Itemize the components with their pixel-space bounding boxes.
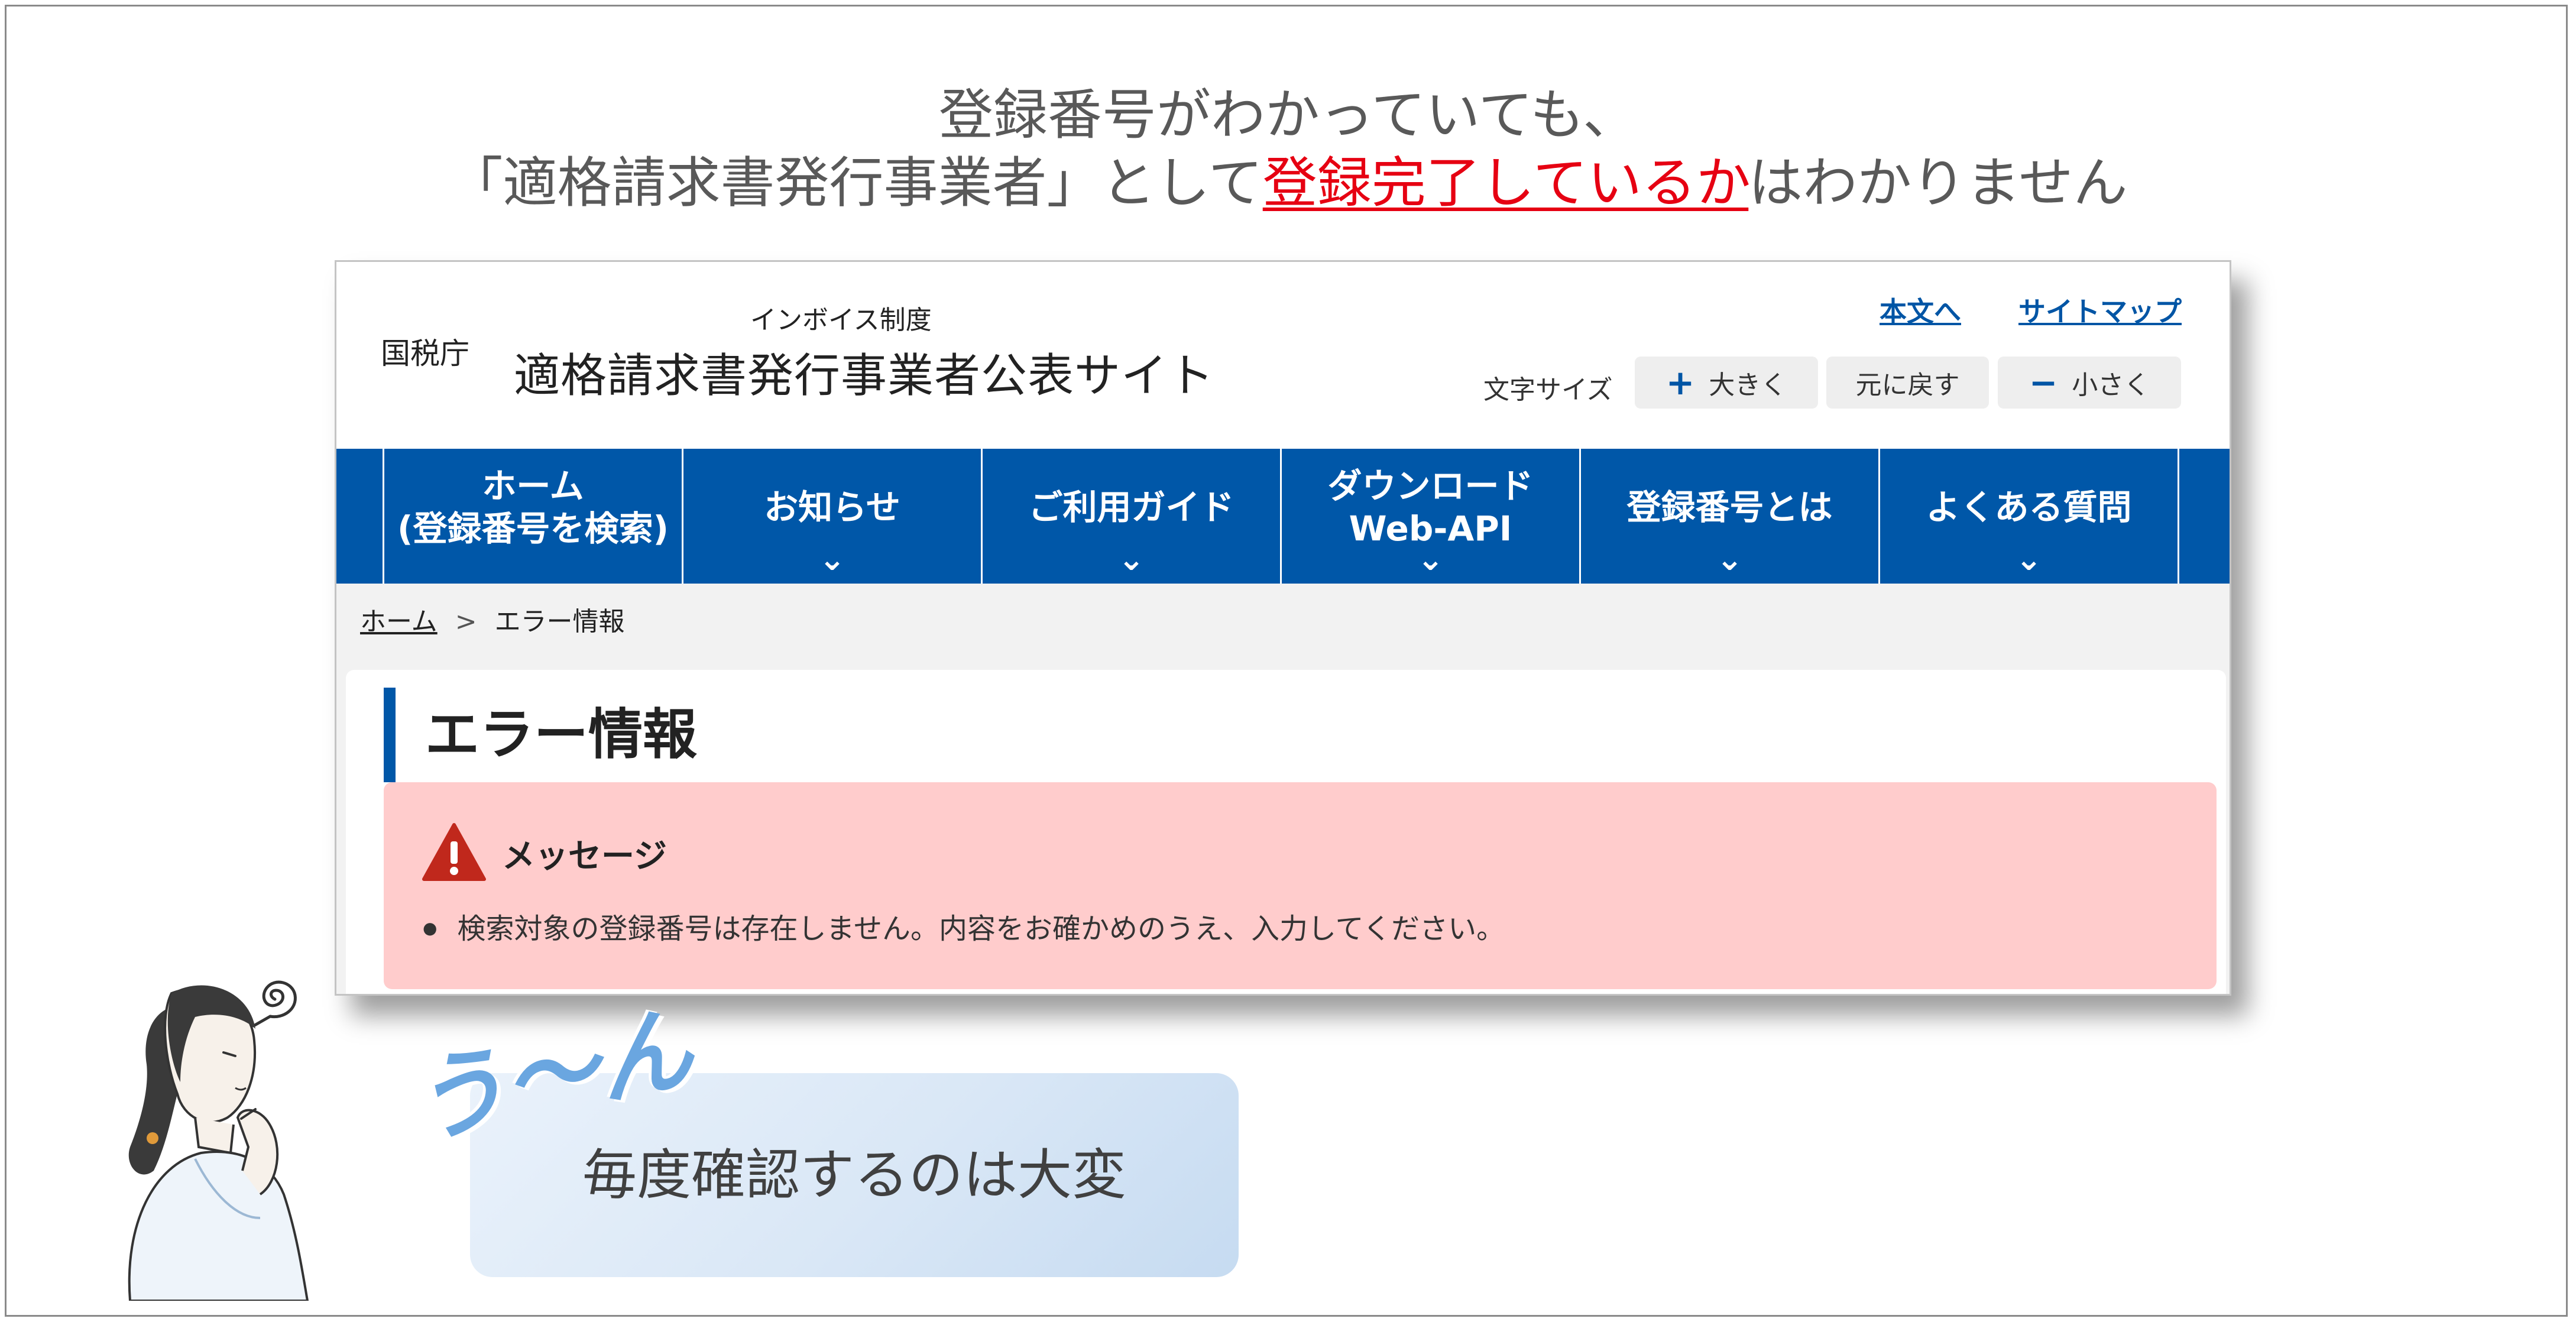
agency-name: 国税庁 (381, 336, 469, 371)
sitemap-link[interactable]: サイトマップ (2018, 290, 2182, 329)
nav-left-edge (336, 449, 384, 584)
thinking-woman-illustration (128, 985, 309, 1301)
chevron-down-icon: ⌄ (1716, 540, 1744, 578)
alert-message: 検索対象の登録番号は存在しません。内容をお確かめのうえ、入力してください。 (423, 905, 1505, 947)
breadcrumb: ホーム > エラー情報 (360, 600, 625, 638)
nav-item-label: ご利用ガイド (1028, 487, 1234, 527)
chevron-down-icon: ⌄ (2015, 540, 2043, 578)
skip-to-main-link[interactable]: 本文へ (1880, 290, 1961, 329)
nav-item-download[interactable]: ダウンロード Web-API ⌄ (1282, 449, 1581, 584)
global-nav: ホーム (登録番号を検索) お知らせ ⌄ ご利用ガイド ⌄ ダウンロード Web… (336, 449, 2230, 584)
font-size-smaller-button[interactable]: − 小さく (1998, 357, 2181, 409)
nav-item-registration-number[interactable]: 登録番号とは ⌄ (1581, 449, 1880, 584)
font-size-reset-button[interactable]: 元に戻す (1826, 357, 1989, 409)
site-title[interactable]: 適格請求書発行事業者公表サイト (514, 339, 1214, 405)
warning-triangle-icon (422, 823, 486, 881)
font-size-larger-label: 大きく (1709, 370, 1787, 400)
nav-item-label: ホーム (登録番号を検索) (397, 466, 669, 549)
site-subtitle: インボイス制度 (750, 305, 932, 335)
chevron-down-icon: ⌄ (1117, 540, 1145, 578)
error-alert: メッセージ 検索対象の登録番号は存在しません。内容をお確かめのうえ、入力してくだ… (384, 782, 2217, 989)
nav-item-label: 登録番号とは (1626, 487, 1833, 527)
site-screenshot: 国税庁 インボイス制度 適格請求書発行事業者公表サイト 本文へ サイトマップ 文… (335, 260, 2231, 996)
nav-item-home[interactable]: ホーム (登録番号を検索) (384, 449, 683, 584)
chevron-down-icon: ⌄ (818, 540, 846, 578)
nav-item-label: ダウンロード Web-API (1327, 466, 1534, 549)
nav-item-guide[interactable]: ご利用ガイド ⌄ (983, 449, 1282, 584)
font-size-reset-label: 元に戻す (1855, 370, 1960, 400)
nav-item-news[interactable]: お知らせ ⌄ (683, 449, 983, 584)
page-title: エラー情報 (425, 703, 698, 766)
breadcrumb-current: エラー情報 (494, 607, 625, 637)
breadcrumb-home-link[interactable]: ホーム (360, 607, 438, 637)
headline-line-2: 「適格請求書発行事業者」として登録完了しているかはわかりません (0, 151, 2576, 216)
headline-text-before: 「適格請求書発行事業者」として (448, 151, 1263, 215)
font-size-label: 文字サイズ (1483, 375, 1613, 405)
nav-item-label: お知らせ (764, 487, 900, 527)
chevron-down-icon: ⌄ (1417, 540, 1444, 578)
alert-title: メッセージ (502, 837, 667, 876)
nav-item-label: よくある質問 (1926, 487, 2132, 527)
headline-text-after: はわかりません (1748, 151, 2128, 215)
headline-highlight: 登録完了しているか (1262, 151, 1749, 215)
nav-item-faq[interactable]: よくある質問 ⌄ (1880, 449, 2179, 584)
page-heading: エラー情報 (384, 688, 697, 782)
font-size-larger-button[interactable]: + 大きく (1635, 357, 1818, 409)
font-size-smaller-label: 小さく (2072, 370, 2150, 400)
headline-line-1: 登録番号がわかっていても、 (938, 83, 1638, 147)
breadcrumb-separator: > (455, 607, 477, 637)
minus-icon: − (2029, 362, 2058, 403)
plus-icon: + (1666, 362, 1695, 403)
